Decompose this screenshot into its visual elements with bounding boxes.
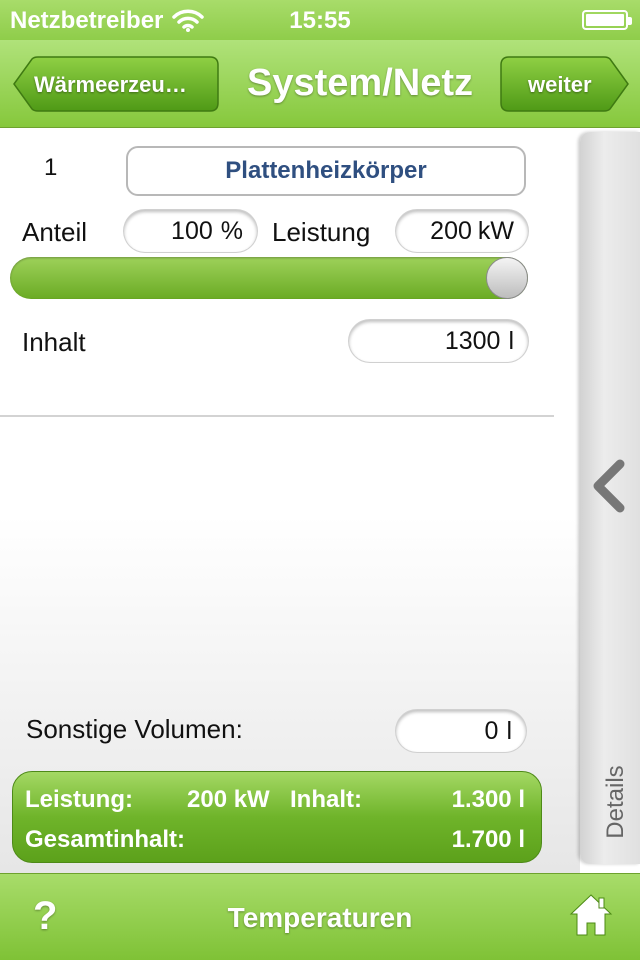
next-button-label: weiter: [528, 72, 592, 97]
anteil-slider[interactable]: [10, 257, 528, 299]
leistung-value: 200: [430, 217, 472, 245]
slider-thumb[interactable]: [486, 257, 528, 299]
details-label: Details: [602, 765, 629, 839]
sonstige-volumen-field[interactable]: 0l: [396, 710, 526, 752]
details-side-tab[interactable]: Details: [580, 132, 640, 864]
summary-gesamt-value: 1.700 l: [451, 826, 525, 853]
inhalt-field[interactable]: 1300 l: [349, 320, 528, 362]
chevron-left-icon: [593, 459, 625, 513]
summary-leistung-label: Leistung:: [25, 786, 133, 813]
clock: 15:55: [289, 7, 351, 34]
temperaturen-button[interactable]: Temperaturen: [0, 902, 640, 934]
bottom-toolbar: ? Temperaturen: [0, 873, 640, 960]
next-button[interactable]: weiter: [500, 56, 630, 112]
anteil-value: 100: [171, 217, 213, 245]
radiator-type-button[interactable]: Plattenheizkörper: [126, 146, 526, 196]
summary-inhalt-label: Inhalt:: [290, 786, 362, 813]
main-content: 1 Plattenheizkörper Anteil 100% Leistung…: [0, 129, 580, 873]
page-title: System/Netz: [247, 62, 473, 104]
inhalt-value: 1300: [444, 327, 501, 355]
anteil-unit: %: [220, 217, 243, 245]
home-icon[interactable]: [568, 892, 614, 938]
inhalt-label: Inhalt: [22, 327, 86, 357]
divider: [0, 415, 554, 417]
status-bar: Netzbetreiber 15:55: [0, 0, 640, 40]
leistung-unit: kW: [477, 217, 514, 245]
summary-inhalt-value: 1.300 l: [451, 786, 525, 813]
summary-leistung-value: 200 kW: [187, 786, 270, 813]
sonstige-volumen-label: Sonstige Volumen:: [26, 714, 243, 744]
sonstige-value: 0: [484, 717, 499, 745]
anteil-label: Anteil: [22, 217, 88, 247]
summary-panel: Leistung: 200 kW Inhalt: 1.300 l Gesamti…: [12, 771, 542, 863]
item-number: 1: [44, 154, 58, 181]
leistung-field[interactable]: 200 kW: [396, 210, 528, 252]
leistung-label: Leistung: [272, 217, 371, 247]
back-button[interactable]: Wärmeerzeu…: [12, 56, 219, 112]
navigation-bar: Wärmeerzeu… System/Netz weiter: [0, 40, 640, 128]
inhalt-unit: l: [508, 327, 514, 355]
summary-gesamt-label: Gesamtinhalt:: [25, 826, 186, 853]
back-button-label: Wärmeerzeu…: [34, 72, 187, 97]
anteil-field[interactable]: 100%: [124, 210, 257, 252]
sonstige-unit: l: [506, 717, 512, 745]
battery-icon: [582, 10, 632, 30]
